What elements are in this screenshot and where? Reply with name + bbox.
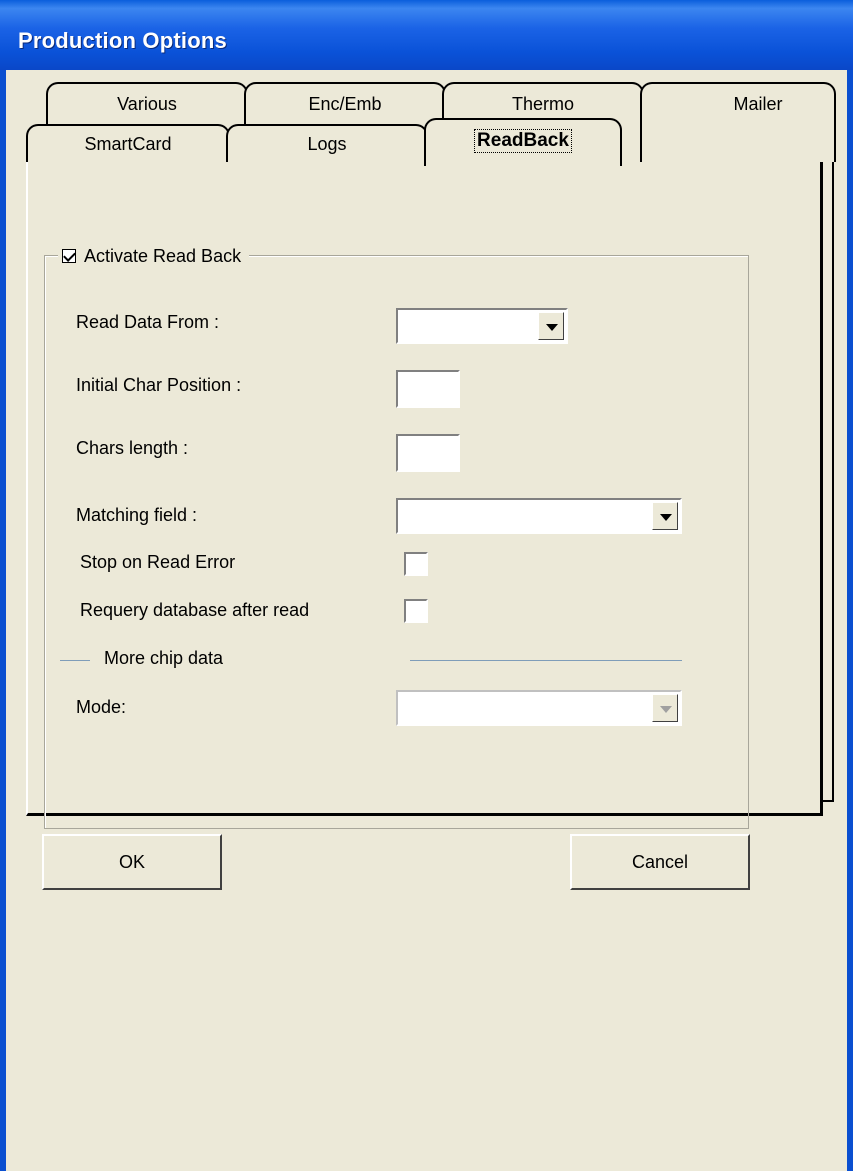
tab-label: Enc/Emb <box>308 94 382 114</box>
title-bar[interactable]: Production Options <box>0 0 853 70</box>
chevron-down-icon[interactable] <box>652 694 678 722</box>
tab-label: Various <box>117 94 177 114</box>
separator-line-right <box>410 660 682 661</box>
activate-readback-checkbox[interactable] <box>62 249 76 263</box>
stop-on-read-error-checkbox[interactable] <box>404 552 428 576</box>
tab-smartcard[interactable]: SmartCard <box>26 124 230 164</box>
requery-checkbox[interactable] <box>404 599 428 623</box>
window-frame-left <box>0 70 6 1171</box>
matching-field-select[interactable] <box>396 498 682 534</box>
stop-on-read-error-label: Stop on Read Error <box>80 552 236 572</box>
tab-logs[interactable]: Logs <box>226 124 428 164</box>
cancel-button[interactable]: Cancel <box>570 834 750 890</box>
chars-length-label: Chars length : <box>76 438 189 458</box>
more-chip-data-label: More chip data <box>104 648 224 668</box>
activate-readback-row[interactable]: Activate Read Back <box>58 243 250 269</box>
tab-label: Logs <box>307 134 347 154</box>
tab-label: Thermo <box>511 94 574 114</box>
ok-button[interactable]: OK <box>42 834 222 890</box>
read-data-from-label: Read Data From : <box>76 312 220 332</box>
initial-char-position-label: Initial Char Position : <box>76 375 242 395</box>
window-frame-right <box>847 70 853 1171</box>
tab-various[interactable]: Various <box>46 82 248 130</box>
chevron-down-icon[interactable] <box>652 502 678 530</box>
initial-char-position-input[interactable] <box>396 370 460 408</box>
activate-readback-label: Activate Read Back <box>84 245 242 266</box>
tab-mailer[interactable]: Mailer <box>640 82 836 162</box>
requery-label: Requery database after read <box>80 600 310 620</box>
mode-select[interactable] <box>396 690 682 726</box>
production-options-window: Production Options Various Enc/Emb Therm… <box>0 0 853 1171</box>
read-data-from-select[interactable] <box>396 308 568 344</box>
tab-enc-emb[interactable]: Enc/Emb <box>244 82 446 130</box>
tab-label: Mailer <box>733 94 783 114</box>
window-title: Production Options <box>18 28 227 53</box>
tab-readback[interactable]: ReadBack <box>424 118 622 166</box>
matching-field-label: Matching field : <box>76 505 198 525</box>
chars-length-input[interactable] <box>396 434 460 472</box>
separator-line-left <box>60 660 90 661</box>
cancel-button-label: Cancel <box>631 851 689 872</box>
tab-label: SmartCard <box>84 134 172 154</box>
chevron-down-icon[interactable] <box>538 312 564 340</box>
tab-label-active: ReadBack <box>474 129 572 153</box>
ok-button-label: OK <box>118 851 145 872</box>
mode-label: Mode: <box>76 697 127 717</box>
